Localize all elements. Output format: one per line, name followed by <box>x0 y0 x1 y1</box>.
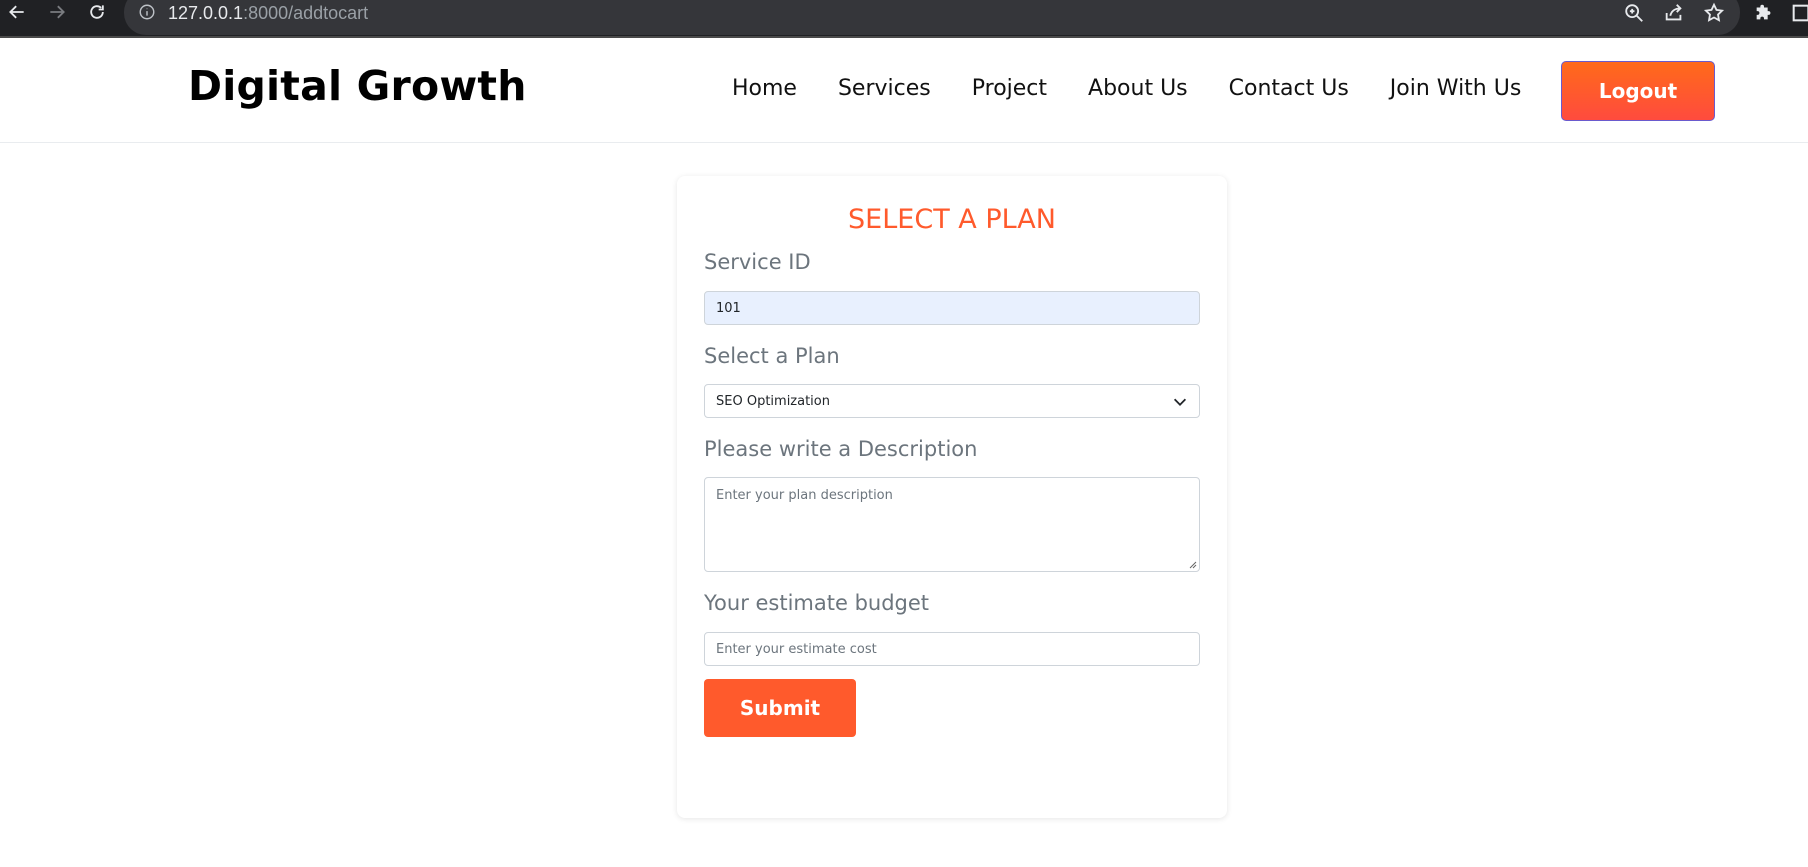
browser-toolbar: 127.0.0.1:8000/addtocart <box>0 0 1808 38</box>
nav-contact-us[interactable]: Contact Us <box>1229 76 1349 101</box>
nav-home[interactable]: Home <box>732 76 797 101</box>
url-host: 127.0.0.1 <box>168 3 244 23</box>
nav-join-with-us[interactable]: Join With Us <box>1390 76 1522 101</box>
chevron-down-icon <box>1173 398 1187 406</box>
nav-services[interactable]: Services <box>838 76 931 101</box>
plan-selected-value: SEO Optimization <box>716 393 830 409</box>
budget-placeholder: Enter your estimate cost <box>716 641 877 657</box>
service-id-label: Service ID <box>704 250 811 274</box>
site-header: Digital Growth Home Services Project Abo… <box>0 38 1808 143</box>
description-textarea[interactable]: Enter your plan description <box>704 477 1200 572</box>
brand-logo[interactable]: Digital Growth <box>188 62 527 110</box>
url-path: :8000/addtocart <box>243 3 369 23</box>
service-id-value: 101 <box>716 300 741 316</box>
forward-arrow-icon[interactable] <box>43 0 71 24</box>
share-icon[interactable] <box>1663 2 1685 24</box>
description-label: Please write a Description <box>704 437 978 461</box>
zoom-icon[interactable] <box>1623 2 1645 24</box>
budget-label: Your estimate budget <box>704 591 930 615</box>
resize-grip-icon[interactable] <box>1187 559 1197 569</box>
plan-label: Select a Plan <box>704 344 840 368</box>
url-text[interactable]: 127.0.0.1:8000/addtocart <box>168 1 368 25</box>
nav-about-us[interactable]: About Us <box>1088 76 1188 101</box>
back-arrow-icon[interactable] <box>3 0 31 24</box>
reload-icon[interactable] <box>83 0 111 24</box>
service-id-input[interactable]: 101 <box>704 291 1200 325</box>
plan-form-card: SELECT A PLAN Service ID 101 Select a Pl… <box>677 176 1227 818</box>
info-icon[interactable] <box>138 3 156 21</box>
extensions-puzzle-icon[interactable] <box>1753 2 1775 24</box>
plan-select[interactable]: SEO Optimization <box>704 384 1200 418</box>
description-placeholder: Enter your plan description <box>716 488 893 503</box>
budget-input[interactable]: Enter your estimate cost <box>704 632 1200 666</box>
main-nav: Home Services Project About Us Contact U… <box>732 76 1562 101</box>
form-title: SELECT A PLAN <box>848 204 1056 235</box>
submit-button[interactable]: Submit <box>704 679 856 737</box>
logout-button[interactable]: Logout <box>1561 61 1715 121</box>
bookmark-star-icon[interactable] <box>1703 2 1725 24</box>
nav-project[interactable]: Project <box>972 76 1047 101</box>
window-icon[interactable] <box>1790 2 1808 24</box>
